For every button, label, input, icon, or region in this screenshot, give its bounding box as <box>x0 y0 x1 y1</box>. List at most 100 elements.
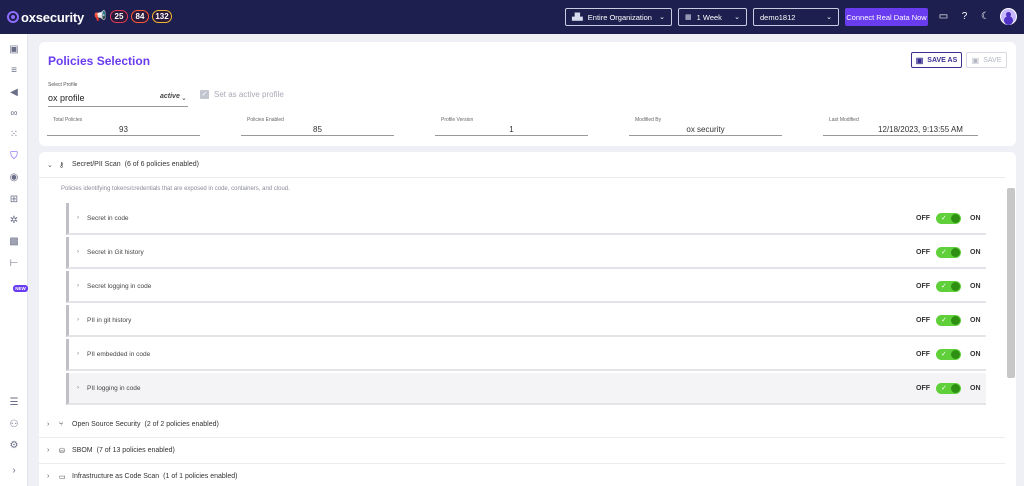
check-icon: ✓ <box>941 384 947 392</box>
set-active-checkbox[interactable]: ✓ <box>200 90 209 99</box>
chevron-down-icon: ⌄ <box>659 14 665 21</box>
chevron-right-icon: › <box>77 249 79 255</box>
chevron-right-icon: › <box>77 385 79 391</box>
group-sbom[interactable]: › ⛁ SBOM (7 of 13 policies enabled) <box>39 438 1005 464</box>
policy-row[interactable]: › Secret in Git history OFF ✓ ON <box>66 237 986 269</box>
stat-value: ox security <box>686 125 725 134</box>
policy-row[interactable]: › Secret logging in code OFF ✓ ON <box>66 271 986 303</box>
tree-icon[interactable]: ⊢ <box>8 258 20 270</box>
sidebar: ▣ ≡ ◀ ∞ ⁙ ⛉ ◉ ⊞ ✲ ▩ ⊢ NEW ☰ ⚇ ⚙ › <box>0 34 28 486</box>
group-name: Open Source Security <box>72 421 141 428</box>
critical-badge[interactable]: 25 <box>110 10 128 23</box>
group-secret-pii-scan[interactable]: ⌄ ⚷ Secret/PII Scan (6 of 6 policies ena… <box>39 152 1005 178</box>
stat-total-policies: Total Policies 93 <box>47 116 200 136</box>
toggle-knob <box>951 383 960 393</box>
toggle-off-label: OFF <box>916 316 930 324</box>
toggle-off-label: OFF <box>916 282 930 290</box>
radar-icon[interactable]: ◉ <box>8 172 20 184</box>
stat-value: 1 <box>509 125 514 134</box>
shield-icon[interactable]: ⛉ <box>8 151 20 163</box>
group-count: (7 of 13 policies enabled) <box>96 447 175 454</box>
menu-lines-icon[interactable]: ☰ <box>8 397 20 409</box>
qr-icon[interactable]: ▩ <box>8 236 20 248</box>
toggle-on-label: ON <box>970 282 981 290</box>
toggle-knob <box>951 349 960 359</box>
grid-icon[interactable]: ⁙ <box>8 129 20 141</box>
page-title: Policies Selection <box>48 54 151 68</box>
sbom-icon: ⛁ <box>59 447 65 455</box>
medium-badge[interactable]: 132 <box>152 10 172 23</box>
stat-value: 12/18/2023, 9:13:55 AM <box>878 125 963 134</box>
toggle-knob <box>951 247 960 257</box>
dashboard-icon[interactable]: ▣ <box>8 44 20 56</box>
policy-toggle[interactable]: ✓ <box>936 246 961 258</box>
group-count: (1 of 1 policies enabled) <box>163 473 238 480</box>
group-name: Secret/PII Scan <box>72 161 121 168</box>
connections-icon[interactable]: ⊞ <box>8 194 20 206</box>
policy-toggle[interactable]: ✓ <box>936 212 961 224</box>
policy-toggle[interactable]: ✓ <box>936 280 961 292</box>
policy-toggle[interactable]: ✓ <box>936 382 961 394</box>
scrollbar-thumb[interactable] <box>1007 188 1015 378</box>
stat-modified-by: Modified By ox security <box>629 116 782 136</box>
policy-row[interactable]: › PII embedded in code OFF ✓ ON <box>66 339 986 371</box>
people-icon[interactable]: ⚇ <box>8 419 20 431</box>
chat-icon[interactable]: ▭ <box>938 11 949 22</box>
organization-select-value: Entire Organization <box>587 12 652 22</box>
top-bar: oxsecurity 📢 25 84 132 ▟▙ Entire Organiz… <box>0 0 1024 34</box>
stat-label: Modified By <box>635 117 662 123</box>
policy-toggle[interactable]: ✓ <box>936 314 961 326</box>
chevron-right-icon[interactable]: › <box>8 465 20 477</box>
infinity-icon[interactable]: ∞ <box>8 108 20 120</box>
policies-header-card: Policies Selection ▣ SAVE AS ▣ SAVE Sele… <box>39 42 1016 146</box>
megaphone-icon[interactable]: 📢 <box>94 11 106 23</box>
toggle-off-label: OFF <box>916 214 930 222</box>
policy-name: PII embedded in code <box>87 350 151 358</box>
list-icon[interactable]: ≡ <box>8 65 20 77</box>
policy-toggle[interactable]: ✓ <box>936 348 961 360</box>
account-select[interactable]: demo1812 ⌄ <box>753 8 839 26</box>
account-select-value: demo1812 <box>760 12 796 22</box>
key-icon: ⚷ <box>59 161 65 169</box>
toggle-knob <box>951 213 960 223</box>
gear-icon[interactable]: ⚙ <box>8 440 20 452</box>
ox-logo[interactable]: oxsecurity <box>7 9 84 25</box>
period-select[interactable]: ▦ 1 Week ⌄ <box>678 8 747 26</box>
chevron-right-icon: › <box>47 447 50 454</box>
policy-name: Secret in Git history <box>87 248 144 256</box>
policy-row[interactable]: › PII logging in code OFF ✓ ON <box>66 373 986 405</box>
policy-row[interactable]: › PII in git history OFF ✓ ON <box>66 305 986 337</box>
save-as-button[interactable]: ▣ SAVE AS <box>911 52 962 68</box>
toggle-on-label: ON <box>970 316 981 324</box>
megaphone-icon[interactable]: ◀ <box>8 87 20 99</box>
chevron-right-icon: › <box>77 317 79 323</box>
save-button[interactable]: ▣ SAVE <box>966 52 1007 68</box>
organization-select[interactable]: ▟▙ Entire Organization ⌄ <box>565 8 672 26</box>
connect-real-data-button[interactable]: Connect Real Data Now <box>845 8 928 26</box>
group-open-source-security[interactable]: › ⑂ Open Source Security (2 of 2 policie… <box>39 412 1005 438</box>
help-icon[interactable]: ? <box>959 11 970 22</box>
high-badge[interactable]: 84 <box>131 10 149 23</box>
logo-text: oxsecurity <box>21 9 85 25</box>
chevron-down-icon[interactable]: ⌄ <box>181 94 187 102</box>
policy-name: PII logging in code <box>87 384 141 392</box>
new-tag: NEW <box>13 285 28 292</box>
avatar[interactable] <box>1000 8 1017 25</box>
check-icon: ✓ <box>941 350 947 358</box>
check-icon: ✓ <box>941 248 947 256</box>
check-icon: ✓ <box>941 214 947 222</box>
chevron-down-icon: ⌄ <box>734 14 740 21</box>
bug-icon[interactable]: ✲ <box>8 215 20 227</box>
group-infrastructure-as-code[interactable]: › ▭ Infrastructure as Code Scan (1 of 1 … <box>39 464 1005 486</box>
toggle-knob <box>951 281 960 291</box>
toggle-knob <box>951 315 960 325</box>
policy-row[interactable]: › Secret in code OFF ✓ ON <box>66 203 986 235</box>
chevron-right-icon: › <box>77 283 79 289</box>
calendar-icon: ▦ <box>685 14 692 21</box>
stat-label: Last Modified <box>829 117 859 123</box>
select-profile-label: Select Profile <box>48 82 78 88</box>
moon-icon[interactable]: ☾ <box>980 11 991 22</box>
policy-name: PII in git history <box>87 316 132 324</box>
chevron-down-icon: ⌄ <box>826 14 832 21</box>
save-icon: ▣ <box>971 55 980 65</box>
